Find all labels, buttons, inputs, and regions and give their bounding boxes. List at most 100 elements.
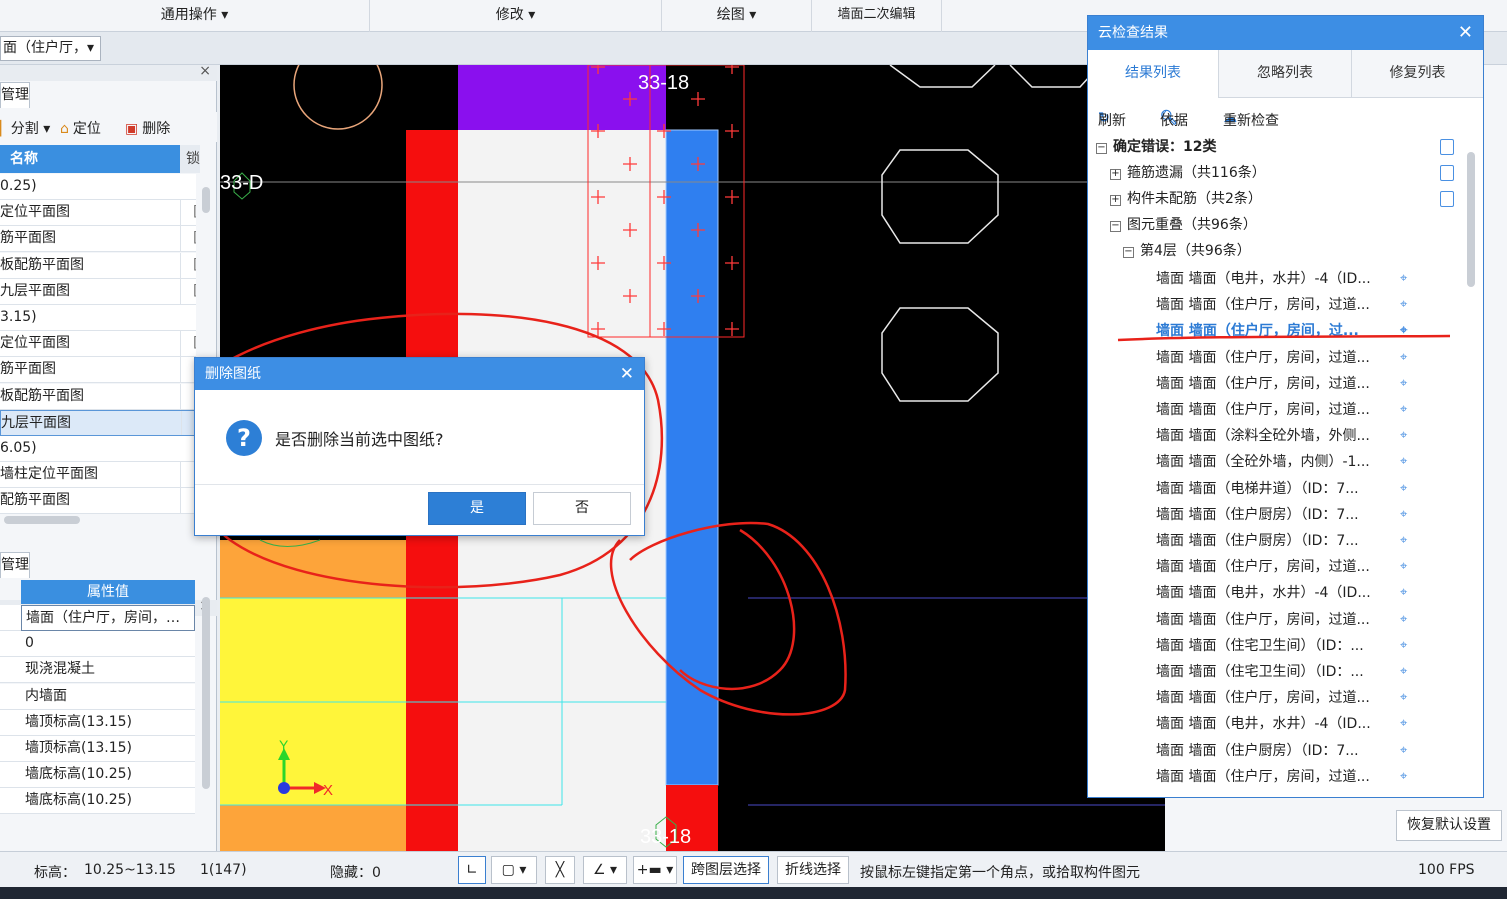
result-item[interactable]: 墙面 墙面（住户厨房）（ID：7... ⌖ [1156,528,1456,554]
result-item[interactable]: 墙面 墙面（电井，水井）-4（ID... ⌖ [1156,580,1456,606]
drawing-row[interactable]: 九层平面图[ [0,409,196,436]
cloud-scrollbar[interactable] [1467,152,1475,287]
tree-group-no-rebar[interactable]: + 构件未配筋（共2条） [1110,186,1262,212]
tree-group-stirrup[interactable]: + 箍筋遗漏（共116条） [1110,160,1266,186]
drawing-row[interactable]: 配筋平面图[ [0,488,196,515]
drawing-row[interactable]: 筋平面图[ [0,357,196,384]
toolbar-group-draw[interactable]: 绘图 ▾ [662,0,812,32]
result-item[interactable]: 墙面 墙面（住户厅，房间，过道... ⌖ [1156,371,1456,397]
close-icon[interactable]: × [199,63,211,79]
cross-layer-select-button[interactable]: 跨图层选择 [683,856,769,884]
property-value[interactable]: 墙顶标高(13.15) [21,736,195,762]
property-value[interactable]: 墙面（住户厅，房间，… [21,605,195,631]
result-item[interactable]: 墙面 墙面（电井，水井）-4（ID... ⌖ [1156,711,1456,737]
drawing-row[interactable]: 定位平面图 [ [0,331,196,358]
offset-button[interactable]: +▬ ▾ [633,856,677,884]
filter-combo[interactable]: 面（住户厅，▾ [0,36,101,61]
drawing-list-hscrollbar[interactable] [4,516,80,524]
locate-icon[interactable]: ⌖ [1400,345,1407,371]
cross-button[interactable]: ╳ [545,856,575,884]
restore-default-button[interactable]: 恢复默认设置 [1396,810,1502,841]
result-item[interactable]: 墙面 墙面（住户厅，房间，过道... ⌖ [1156,345,1456,371]
document-icon[interactable] [1440,165,1454,181]
locate-icon[interactable]: ⌖ [1400,318,1407,344]
drawing-row[interactable]: 板配筋平面图[ [0,252,196,279]
drawing-row[interactable]: 九层平面图[ [0,278,196,305]
drawing-row[interactable]: 定位平面图 [ [0,200,196,227]
drawing-row[interactable]: 3.15) [0,305,196,331]
result-item[interactable]: 墙面 墙面（住户厅，房间，过道... ⌖ [1156,397,1456,423]
result-item[interactable]: 墙面 墙面（住户厅，房间，过道... ⌖ [1156,554,1456,580]
result-item[interactable]: 墙面 墙面（住户厅，房间，过道... ⌖ [1156,292,1456,318]
split-button[interactable]: ▏分割 ▾ [0,118,50,138]
result-item[interactable]: 墙面 墙面（住户厅，房间，过道... ⌖ [1156,607,1456,633]
locate-icon[interactable]: ⌖ [1400,580,1407,606]
tree-root[interactable]: − 确定错误：12类 [1096,134,1216,160]
result-item[interactable]: 墙面 墙面（全砼外墙，内侧）-1... ⌖ [1156,449,1456,475]
expand-icon[interactable]: + [1110,195,1121,206]
locate-icon[interactable]: ⌖ [1400,711,1407,737]
polyline-select-button[interactable]: 折线选择 [777,856,849,884]
ortho-button[interactable]: ∟ [458,856,486,884]
property-value[interactable]: 墙底标高(10.25) [21,788,195,815]
collapse-icon[interactable]: − [1110,221,1121,232]
tab-repair-list[interactable]: 修复列表 [1352,50,1483,98]
locate-icon[interactable]: ⌖ [1400,554,1407,580]
locate-icon[interactable]: ⌖ [1400,633,1407,659]
result-item[interactable]: 墙面 墙面（住户厅，房间，过道... ⌖ [1156,764,1456,790]
tab-drawing-management[interactable]: 管理 [0,82,30,108]
result-item[interactable]: 墙面 墙面（住宅卫生间）（ID：... ⌖ [1156,633,1456,659]
locate-icon[interactable]: ⌖ [1400,685,1407,711]
locate-icon[interactable]: ⌖ [1400,292,1407,318]
toolbar-group-general[interactable]: 通用操作 ▾ [20,0,370,32]
property-value[interactable]: 墙底标高(10.25) [21,762,195,789]
expand-icon[interactable]: + [1110,169,1121,180]
locate-icon[interactable]: ⌖ [1400,423,1407,449]
document-icon[interactable] [1440,191,1454,207]
result-item[interactable]: 墙面 墙面（住户厨房）（ID：7... ⌖ [1156,502,1456,528]
document-icon[interactable] [1440,139,1454,155]
locate-icon[interactable]: ⌖ [1400,607,1407,633]
collapse-icon[interactable]: − [1096,143,1107,154]
locate-icon[interactable]: ⌖ [1400,502,1407,528]
tab-ignore-list[interactable]: 忽略列表 [1219,50,1352,98]
tree-group-overlap[interactable]: − 图元重叠（共96条） [1110,212,1257,238]
result-item[interactable]: 墙面 墙面（住户厅，房间，过... ⌖ [1156,318,1456,344]
result-item[interactable]: 墙面 墙面（住户厅，房间，过道... ⌖ [1156,685,1456,711]
drawing-row[interactable]: 板配筋平面图[ [0,383,196,410]
property-value[interactable]: 现浇混凝土 [21,657,195,684]
locate-icon[interactable]: ⌖ [1400,528,1407,554]
yes-button[interactable]: 是 [428,492,526,525]
drawing-list-scrollbar[interactable] [202,187,210,213]
result-item[interactable]: 墙面 墙面（住户厨房）（ID：7... ⌖ [1156,738,1456,764]
property-scrollbar[interactable] [202,597,210,789]
drawing-row[interactable]: 墙柱定位平面图[ [0,462,196,489]
delete-button[interactable]: ▣ 删除 [125,118,170,138]
locate-icon[interactable]: ⌖ [1400,764,1407,790]
property-value[interactable]: 0 [21,631,195,658]
result-item[interactable]: 墙面 墙面（电井，水井）-4（ID... ⌖ [1156,266,1456,292]
tab-result-list[interactable]: 结果列表 [1088,50,1219,98]
locate-icon[interactable]: ⌖ [1400,371,1407,397]
drawing-row[interactable]: 6.05) [0,436,196,462]
drawing-row[interactable]: 0.25) [0,174,196,200]
collapse-icon[interactable]: − [1123,247,1134,258]
close-icon[interactable]: ✕ [620,358,634,390]
result-item[interactable]: 墙面 墙面（涂料全砼外墙，外侧... ⌖ [1156,423,1456,449]
locate-icon[interactable]: ⌖ [1400,476,1407,502]
drawing-row[interactable]: 筋平面图[ [0,226,196,253]
tree-floor-4[interactable]: − 第4层（共96条） [1123,238,1251,264]
locate-icon[interactable]: ⌖ [1400,738,1407,764]
property-value[interactable]: 墙顶标高(13.15) [21,709,195,736]
angle-button[interactable]: ∠ ▾ [583,856,627,884]
locate-icon[interactable]: ⌖ [1400,266,1407,292]
locate-icon[interactable]: ⌖ [1400,449,1407,475]
snap-button[interactable]: ▢ ▾ [491,856,537,884]
toolbar-group-modify[interactable]: 修改 ▾ [370,0,662,32]
tab-property-management[interactable]: 管理 [0,552,30,578]
result-item[interactable]: 墙面 墙面（住宅卫生间）（ID：... ⌖ [1156,659,1456,685]
locate-icon[interactable]: ⌖ [1400,659,1407,685]
locate-button[interactable]: ⌂ 定位 [60,118,101,138]
locate-icon[interactable]: ⌖ [1400,397,1407,423]
close-icon[interactable]: ✕ [1458,16,1473,50]
